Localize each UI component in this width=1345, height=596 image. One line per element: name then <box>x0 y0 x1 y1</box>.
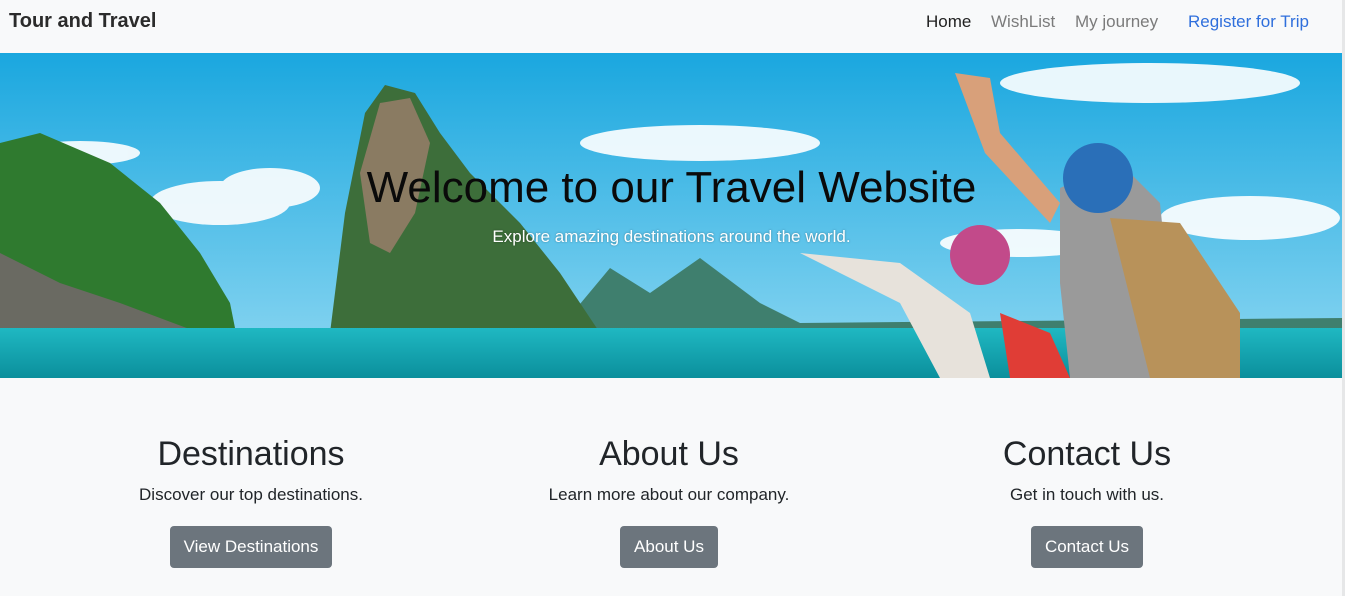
card-destinations: Destinations Discover our top destinatio… <box>41 432 461 568</box>
card-about-us: About Us Learn more about our company. A… <box>459 432 879 568</box>
contact-us-button[interactable]: Contact Us <box>1030 526 1144 568</box>
card-title: About Us <box>599 435 739 473</box>
hero-image <box>0 53 1343 378</box>
nav-home[interactable]: Home <box>926 12 971 32</box>
nav-my-journey[interactable]: My journey <box>1075 12 1158 32</box>
about-us-button[interactable]: About Us <box>620 526 718 568</box>
navbar: Tour and Travel Home WishList My journey… <box>0 0 1345 53</box>
card-title: Contact Us <box>1002 435 1172 473</box>
card-text: Discover our top destinations. <box>139 485 363 504</box>
hero-title: Welcome to our Travel Website <box>366 163 977 212</box>
hero-subtitle: Explore amazing destinations around the … <box>492 227 851 246</box>
nav-register-for-trip[interactable]: Register for Trip <box>1188 12 1309 32</box>
card-contact-us: Contact Us Get in touch with us. Contact… <box>877 432 1297 568</box>
view-destinations-button[interactable]: View Destinations <box>169 526 333 568</box>
card-title: Destinations <box>157 435 345 473</box>
nav-wishlist[interactable]: WishList <box>991 12 1055 32</box>
hero-banner: Welcome to our Travel Website Explore am… <box>0 53 1343 378</box>
brand-link[interactable]: Tour and Travel <box>9 10 156 33</box>
card-text: Learn more about our company. <box>548 485 790 504</box>
card-text: Get in touch with us. <box>1009 485 1165 504</box>
